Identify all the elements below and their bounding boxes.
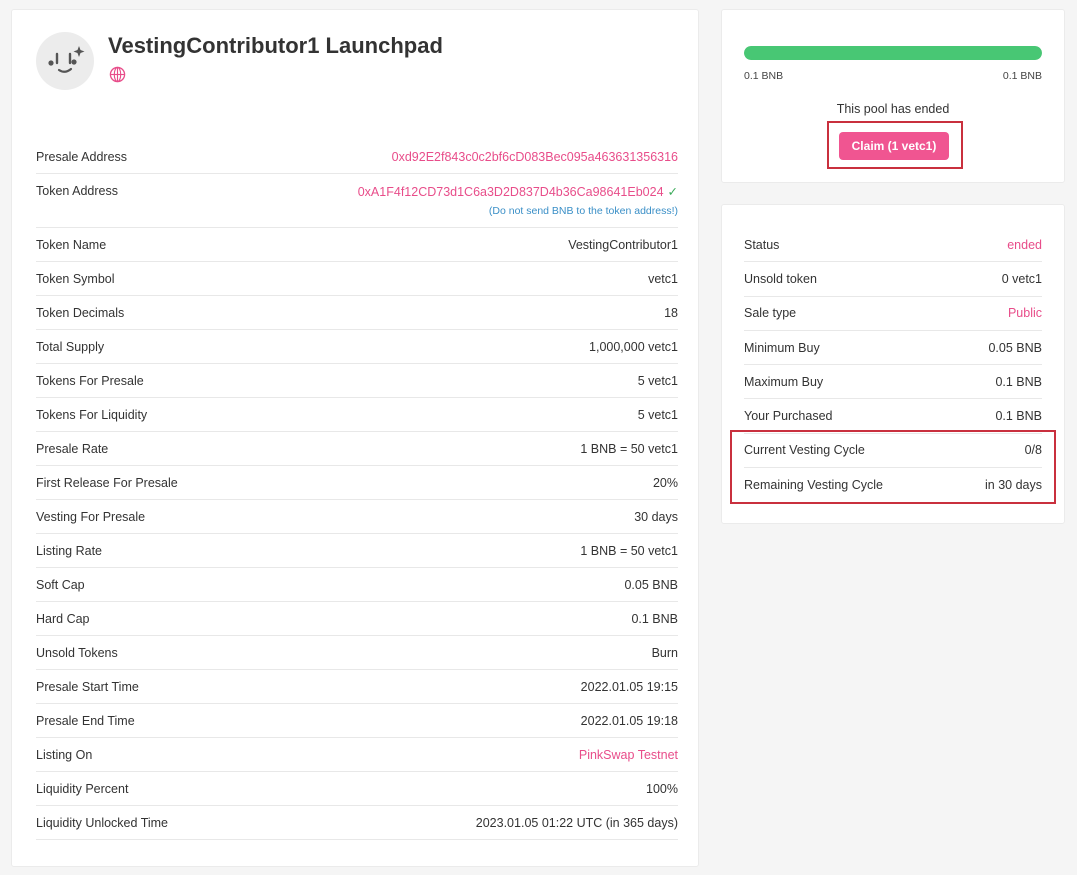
detail-label: Unsold Tokens [36,645,118,660]
detail-row-total-supply: Total Supply 1,000,000 vetc1 [36,330,678,364]
detail-row-first-release: First Release For Presale 20% [36,466,678,500]
detail-row-presale-end-time: Presale End Time 2022.01.05 19:18 [36,704,678,738]
status-label: Status [744,237,780,252]
detail-label: Tokens For Presale [36,373,144,388]
detail-label: Presale Rate [36,441,109,456]
detail-label: Presale Address [36,149,128,164]
detail-row-listing-rate: Listing Rate 1 BNB = 50 vetc1 [36,534,678,568]
status-row-maximum-buy: Maximum Buy 0.1 BNB [744,365,1042,400]
detail-value: 100% [646,781,678,796]
smiling-sparkle-face-icon [48,46,85,73]
claim-button[interactable]: Claim (1 vetc1) [839,132,949,160]
presale-address-link[interactable]: 0xd92E2f843c0c2bf6cD083Bec095a4636313563… [392,150,678,164]
detail-row-tokens-for-liquidity: Tokens For Liquidity 5 vetc1 [36,398,678,432]
status-value: 0 vetc1 [1001,271,1042,286]
detail-row-token-address: Token Address 0xA1F4f12CD73d1C6a3D2D837D… [36,174,678,228]
status-row-sale-type: Sale type Public [744,297,1042,331]
detail-label: Liquidity Percent [36,781,129,796]
status-label: Your Purchased [744,409,833,424]
detail-row-vesting-for-presale: Vesting For Presale 30 days [36,500,678,534]
status-row-status: Status ended [744,228,1042,263]
detail-row-token-name: Token Name VestingContributor1 [36,228,678,262]
detail-value: VestingContributor1 [568,237,678,252]
detail-row-presale-rate: Presale Rate 1 BNB = 50 vetc1 [36,432,678,466]
detail-value: 1,000,000 vetc1 [589,339,678,354]
pool-status-text: This pool has ended [836,102,950,116]
token-address-link[interactable]: 0xA1F4f12CD73d1C6a3D2D837D4b36Ca98641Eb0… [358,185,664,199]
detail-row-presale-address: Presale Address 0xd92E2f843c0c2bf6cD083B… [36,140,678,174]
detail-label: Tokens For Liquidity [36,407,148,422]
progress-bar-fill [744,46,1042,60]
detail-label: Listing On [36,747,93,762]
detail-row-presale-start-time: Presale Start Time 2022.01.05 19:15 [36,670,678,704]
status-row-unsold-token: Unsold token 0 vetc1 [744,262,1042,297]
detail-label: Token Address [36,184,118,198]
token-address-warning: (Do not send BNB to the token address!) [488,205,678,217]
detail-row-unsold-tokens: Unsold Tokens Burn [36,636,678,670]
detail-value: 30 days [634,509,678,524]
detail-value: 2022.01.05 19:15 [580,679,678,694]
status-label: Minimum Buy [744,340,820,355]
pool-progress-card: 0.1 BNB 0.1 BNB This pool has ended Clai… [721,9,1065,183]
detail-label: Hard Cap [36,611,90,626]
progress-min-label: 0.1 BNB [744,70,784,82]
status-value: 0.05 BNB [988,340,1042,355]
status-row-minimum-buy: Minimum Buy 0.05 BNB [744,331,1042,366]
status-value: 0.1 BNB [995,409,1042,424]
detail-value: 5 vetc1 [637,373,678,388]
detail-value: 5 vetc1 [637,407,678,422]
detail-row-listing-on: Listing On PinkSwap Testnet [36,738,678,772]
detail-value: 18 [664,305,678,320]
detail-row-liquidity-percent: Liquidity Percent 100% [36,772,678,806]
detail-value: 20% [652,475,678,490]
detail-value: 0.1 BNB [631,611,678,626]
verified-check-icon: ✓ [667,185,678,199]
status-value: 0.1 BNB [995,374,1042,389]
status-value-public: Public [1007,306,1042,321]
detail-value: 1 BNB = 50 vetc1 [580,543,678,558]
detail-row-tokens-for-presale: Tokens For Presale 5 vetc1 [36,364,678,398]
detail-value: 2022.01.05 19:18 [580,713,678,728]
detail-label: Token Decimals [36,305,125,320]
presale-details-card: VestingContributor1 Launchpad Presale Ad… [11,9,699,867]
detail-label: Presale End Time [36,713,135,728]
detail-label: Listing Rate [36,543,103,558]
detail-row-token-symbol: Token Symbol vetc1 [36,262,678,296]
detail-row-hard-cap: Hard Cap 0.1 BNB [36,602,678,636]
detail-label: Token Symbol [36,271,115,286]
detail-value: vetc1 [648,271,678,286]
detail-value: 0.05 BNB [624,577,678,592]
detail-row-liquidity-unlocked-time: Liquidity Unlocked Time 2023.01.05 01:22… [36,806,678,840]
details-table: Presale Address 0xd92E2f843c0c2bf6cD083B… [36,140,678,840]
pool-status-card: Status ended Unsold token 0 vetc1 Sale t… [721,204,1065,524]
status-value-ended: ended [1007,237,1042,252]
detail-label: Liquidity Unlocked Time [36,815,169,830]
project-avatar [36,32,94,90]
detail-label: Vesting For Presale [36,509,146,524]
globe-icon[interactable] [109,66,126,83]
detail-label: Token Name [36,237,107,252]
listing-on-link[interactable]: PinkSwap Testnet [579,748,678,762]
detail-label: First Release For Presale [36,475,178,490]
detail-label: Soft Cap [36,577,85,592]
detail-value: 2023.01.05 01:22 UTC (in 365 days) [475,815,678,830]
detail-row-soft-cap: Soft Cap 0.05 BNB [36,568,678,602]
page-title: VestingContributor1 Launchpad [108,33,443,58]
status-label: Maximum Buy [744,374,824,389]
progress-max-label: 0.1 BNB [1002,70,1042,82]
detail-value: 1 BNB = 50 vetc1 [580,441,678,456]
detail-label: Presale Start Time [36,679,139,694]
status-label: Sale type [744,306,797,321]
vesting-highlight-box [730,430,1056,504]
status-label: Unsold token [744,271,817,286]
detail-label: Total Supply [36,339,105,354]
progress-bar [744,46,1042,60]
status-row-your-purchased: Your Purchased 0.1 BNB [744,399,1042,434]
detail-row-token-decimals: Token Decimals 18 [36,296,678,330]
detail-value: Burn [651,645,678,660]
claim-highlight-box: Claim (1 vetc1) [827,121,963,169]
